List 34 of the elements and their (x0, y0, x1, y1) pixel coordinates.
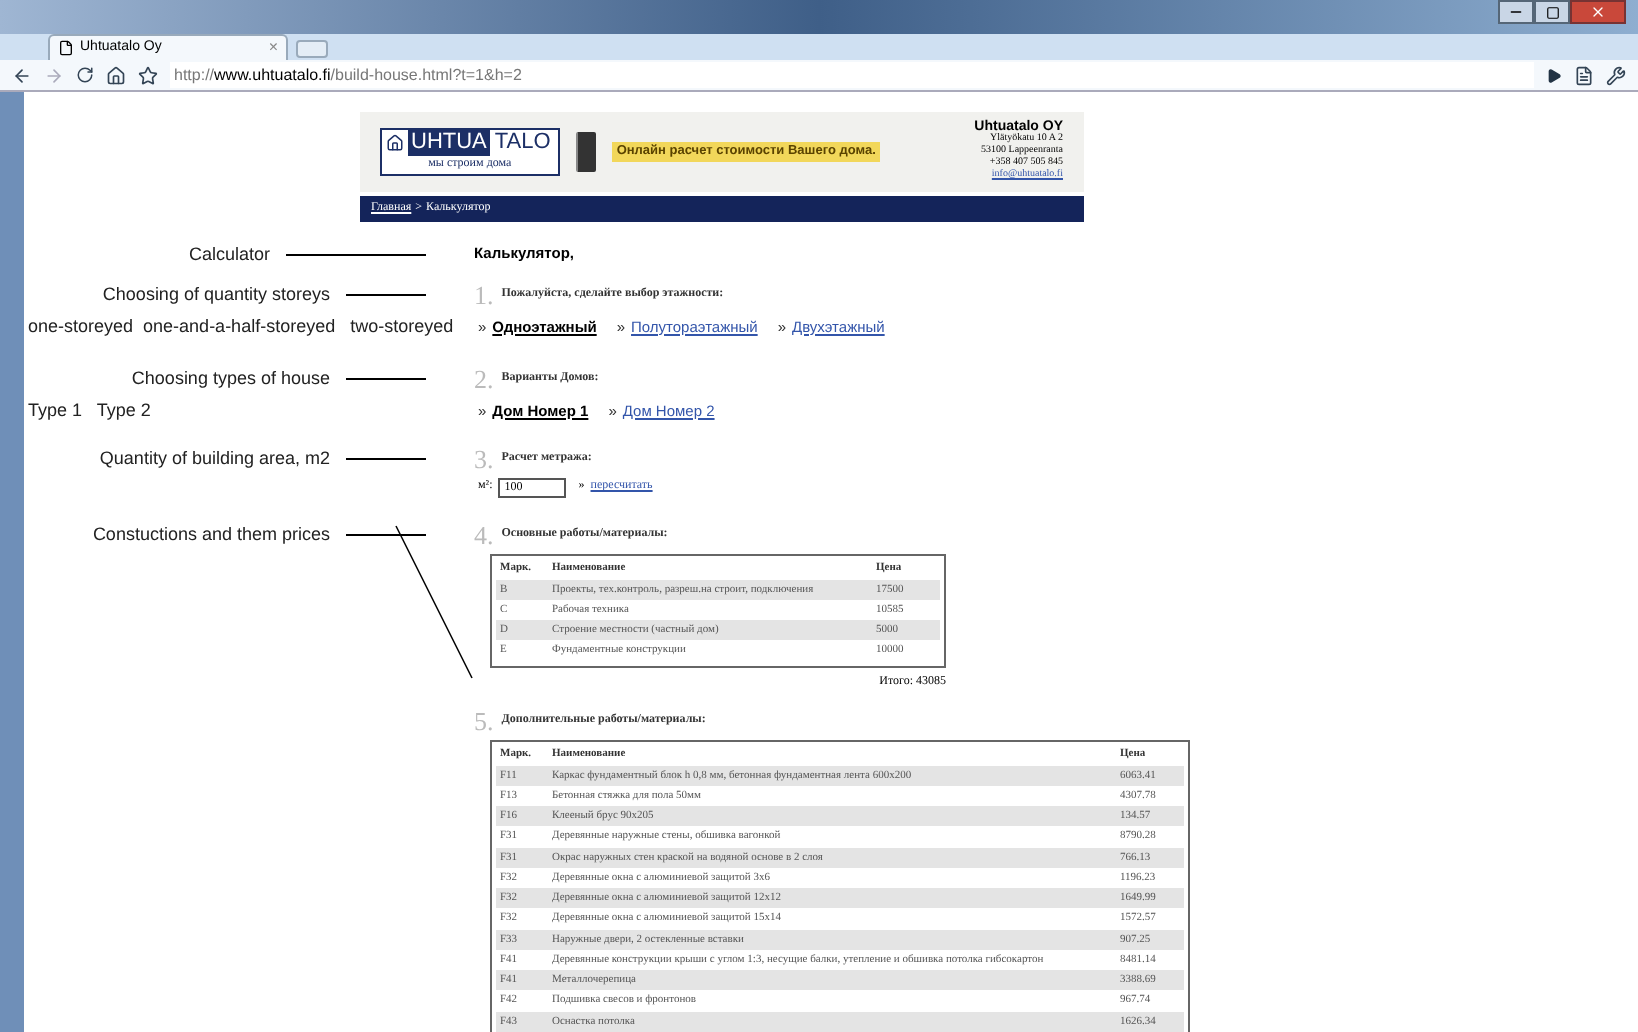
home-icon[interactable] (106, 65, 126, 85)
annotation-detail: one-storeyed one-and-a-half-storeyed two-storeyed (26, 314, 454, 340)
step-number: 4. (474, 521, 494, 547)
maximize-icon (1545, 5, 1559, 19)
leader-line (346, 377, 426, 380)
annotation-label: Constuctions and them prices (92, 521, 330, 548)
annotation-detail: Type 1 Type 2 (26, 398, 151, 424)
address-field[interactable]: http://www.uhtuatalo.fi/build-house.html?t=1&h=2 (170, 62, 1534, 88)
back-icon[interactable] (12, 65, 32, 85)
maximize-button[interactable] (1534, 0, 1570, 24)
house-icon (385, 134, 403, 152)
close-icon (1590, 4, 1606, 20)
calculator-icon (576, 132, 597, 172)
annotation-label: Choosing of quantity storeys (102, 281, 330, 308)
annotation-label: Choosing types of house (131, 365, 330, 392)
page-icon (58, 40, 74, 56)
wrench-icon[interactable] (1606, 65, 1626, 85)
annotation-label: Quantity of building area, m2 (99, 445, 330, 472)
step-number: 2. (474, 365, 494, 391)
logo-text: TALO (492, 130, 553, 156)
annotation-label: Calculator (188, 242, 270, 268)
step-number: 1. (474, 281, 494, 307)
step-number: 5. (474, 707, 494, 733)
leader-line (286, 254, 426, 257)
star-icon[interactable] (138, 65, 158, 85)
page-menu-icon[interactable] (1574, 65, 1594, 85)
play-icon[interactable] (1546, 67, 1562, 83)
leader-line (346, 293, 426, 296)
reload-icon[interactable] (76, 66, 94, 84)
leader-line (346, 457, 426, 460)
logo-text: UHTUA (407, 130, 491, 156)
step-number: 3. (474, 445, 494, 471)
minimize-button[interactable] (1498, 0, 1534, 24)
close-button[interactable] (1570, 0, 1626, 24)
